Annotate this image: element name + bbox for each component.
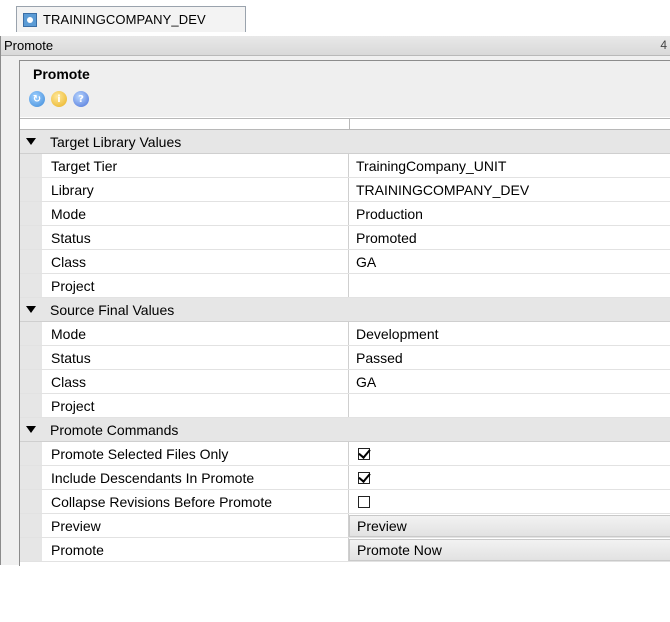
tab-strip: TRAININGCOMPANY_DEV (0, 0, 670, 36)
collapse-arrow-icon[interactable] (26, 426, 36, 433)
property-row-mode[interactable]: Mode Development (20, 322, 670, 346)
panel-title-bar: Promote 4 (1, 36, 670, 56)
page-title: Promote (33, 66, 90, 82)
collapse-arrow-icon[interactable] (26, 306, 36, 313)
property-grid: Target Library Values Target Tier Traini… (20, 118, 670, 622)
property-row-promote[interactable]: Promote Promote Now (20, 538, 670, 562)
property-row-promote-selected-files-only[interactable]: Promote Selected Files Only (20, 442, 670, 466)
category-promote-commands[interactable]: Promote Commands (20, 418, 670, 442)
category-label: Source Final Values (50, 301, 175, 318)
property-row-class[interactable]: Class GA (20, 370, 670, 394)
info-icon[interactable]: i (51, 91, 67, 107)
property-row-collapse-revisions[interactable]: Collapse Revisions Before Promote (20, 490, 670, 514)
grid-empty-area (20, 562, 670, 622)
include-descendants-checkbox[interactable] (358, 471, 370, 484)
promote-panel: Promote 4 Promote ↻ i ? Target Library V… (0, 36, 670, 622)
property-value[interactable]: TRAININGCOMPANY_DEV (349, 178, 670, 201)
property-name: Mode (42, 202, 349, 225)
property-name: Preview (42, 514, 349, 537)
property-name: Project (42, 274, 349, 297)
tab-trainingcompany-dev[interactable]: TRAININGCOMPANY_DEV (16, 6, 246, 32)
promote-content: Promote ↻ i ? Target Library Values Targ… (19, 60, 670, 622)
property-name: Mode (42, 322, 349, 345)
property-row-status[interactable]: Status Passed (20, 346, 670, 370)
property-value[interactable]: Production (349, 202, 670, 225)
property-row-project[interactable]: Project (20, 394, 670, 418)
property-name: Status (42, 226, 349, 249)
property-value[interactable]: TrainingCompany_UNIT (349, 154, 670, 177)
property-name: Class (42, 370, 349, 393)
property-row-preview[interactable]: Preview Preview (20, 514, 670, 538)
property-row-library[interactable]: Library TRAININGCOMPANY_DEV (20, 178, 670, 202)
property-name: Promote (42, 538, 349, 561)
property-value[interactable]: GA (349, 370, 670, 393)
promote-selected-files-checkbox[interactable] (358, 447, 370, 460)
property-name: Promote Selected Files Only (42, 442, 349, 465)
property-value[interactable]: Promoted (349, 226, 670, 249)
panel-title: Promote (4, 38, 54, 53)
pin-icon[interactable]: 4 (660, 38, 667, 52)
promote-now-button[interactable]: Promote Now (349, 539, 670, 561)
property-row-target-tier[interactable]: Target Tier TrainingCompany_UNIT (20, 154, 670, 178)
category-target-library-values[interactable]: Target Library Values (20, 130, 670, 154)
property-row-include-descendants[interactable]: Include Descendants In Promote (20, 466, 670, 490)
property-name: Library (42, 178, 349, 201)
property-value[interactable]: GA (349, 250, 670, 273)
property-row-project[interactable]: Project (20, 274, 670, 298)
property-value[interactable]: Passed (349, 346, 670, 369)
property-value[interactable]: Development (349, 322, 670, 345)
category-label: Target Library Values (50, 133, 182, 150)
property-value[interactable] (349, 394, 670, 417)
property-name: Project (42, 394, 349, 417)
tab-label: TRAININGCOMPANY_DEV (43, 12, 206, 27)
grid-column-header (20, 119, 670, 130)
toolbar: ↻ i ? (29, 89, 89, 109)
promote-header: Promote ↻ i ? (20, 61, 670, 117)
database-icon (23, 12, 37, 27)
help-icon[interactable]: ? (73, 91, 89, 107)
property-value[interactable] (349, 274, 670, 297)
property-name: Status (42, 346, 349, 369)
refresh-icon[interactable]: ↻ (29, 91, 45, 107)
collapse-arrow-icon[interactable] (26, 138, 36, 145)
property-name: Target Tier (42, 154, 349, 177)
property-name: Class (42, 250, 349, 273)
preview-button[interactable]: Preview (349, 515, 670, 537)
property-name: Include Descendants In Promote (42, 466, 349, 489)
category-label: Promote Commands (50, 421, 179, 438)
collapse-revisions-checkbox[interactable] (358, 495, 370, 508)
property-row-class[interactable]: Class GA (20, 250, 670, 274)
property-row-status[interactable]: Status Promoted (20, 226, 670, 250)
property-name: Collapse Revisions Before Promote (42, 490, 349, 513)
category-source-final-values[interactable]: Source Final Values (20, 298, 670, 322)
property-row-mode[interactable]: Mode Production (20, 202, 670, 226)
